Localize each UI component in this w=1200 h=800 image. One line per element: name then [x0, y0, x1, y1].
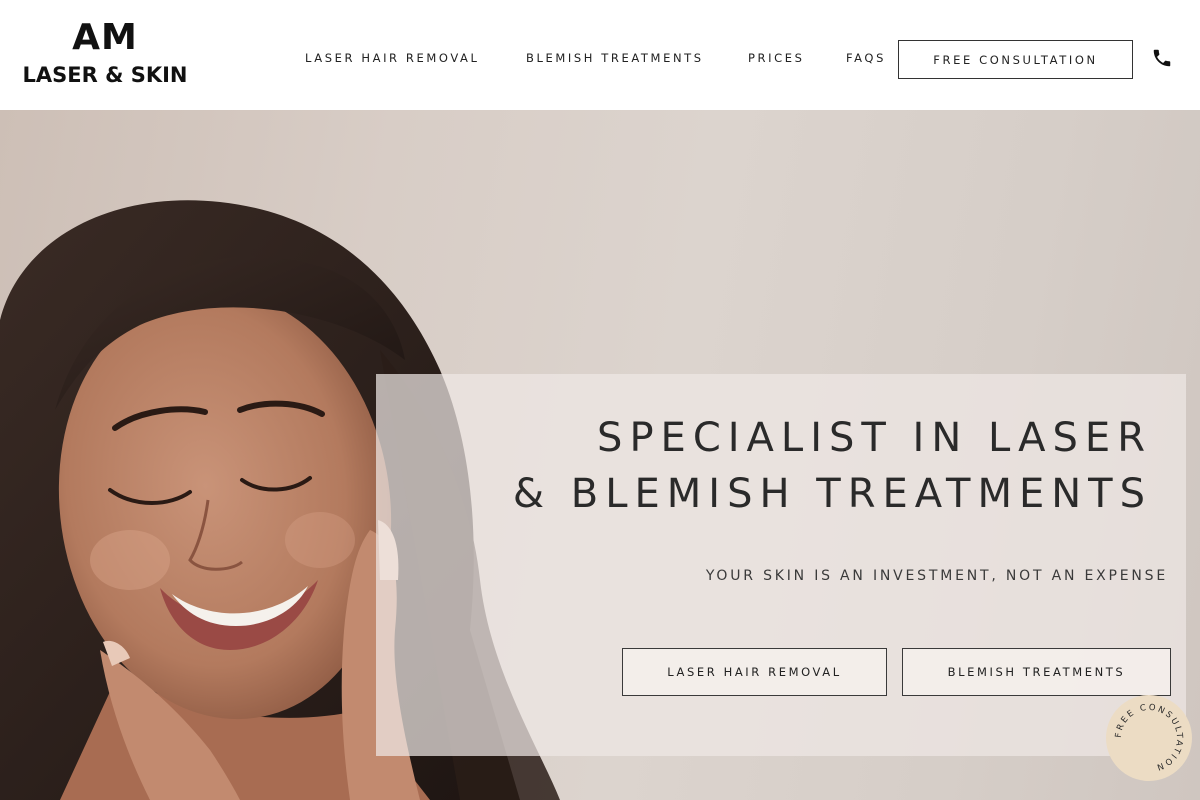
hero-title-line-1: SPECIALIST IN LASER: [597, 415, 1152, 461]
nav-faqs[interactable]: FAQS: [846, 51, 886, 65]
hero-section: SPECIALIST IN LASER & BLEMISH TREATMENTS…: [0, 110, 1200, 800]
hero-title: SPECIALIST IN LASER & BLEMISH TREATMENTS: [513, 410, 1152, 522]
svg-text:FREE CONSULTATION: FREE CONSULTATION: [1114, 703, 1184, 773]
nav-laser-hair-removal[interactable]: LASER HAIR REMOVAL: [305, 51, 480, 65]
hero-laser-hair-removal-button[interactable]: LASER HAIR REMOVAL: [622, 648, 887, 696]
phone-icon[interactable]: [1151, 47, 1173, 69]
hero-overlay-panel: SPECIALIST IN LASER & BLEMISH TREATMENTS…: [376, 374, 1186, 756]
phone-icon-glyph: [1153, 49, 1171, 67]
hero-tagline: YOUR SKIN IS AN INVESTMENT, NOT AN EXPEN…: [705, 568, 1168, 584]
hero-title-line-2: & BLEMISH TREATMENTS: [512, 471, 1152, 517]
nav-blemish-treatments[interactable]: BLEMISH TREATMENTS: [526, 51, 704, 65]
free-consultation-button[interactable]: FREE CONSULTATION: [898, 40, 1133, 79]
free-consultation-badge[interactable]: FREE CONSULTATION: [1106, 695, 1192, 781]
hero-blemish-treatments-button[interactable]: BLEMISH TREATMENTS: [902, 648, 1171, 696]
badge-text: FREE CONSULTATION: [1114, 703, 1182, 773]
site-logo[interactable]: AM LASER & SKIN: [10, 18, 200, 90]
logo-line-laser-skin: LASER & SKIN: [22, 63, 188, 87]
nav-prices[interactable]: PRICES: [748, 51, 805, 65]
badge-circular-text: FREE CONSULTATION: [1114, 703, 1184, 773]
logo-line-am: AM: [72, 17, 138, 58]
site-header: AM LASER & SKIN LASER HAIR REMOVAL BLEMI…: [0, 0, 1200, 110]
